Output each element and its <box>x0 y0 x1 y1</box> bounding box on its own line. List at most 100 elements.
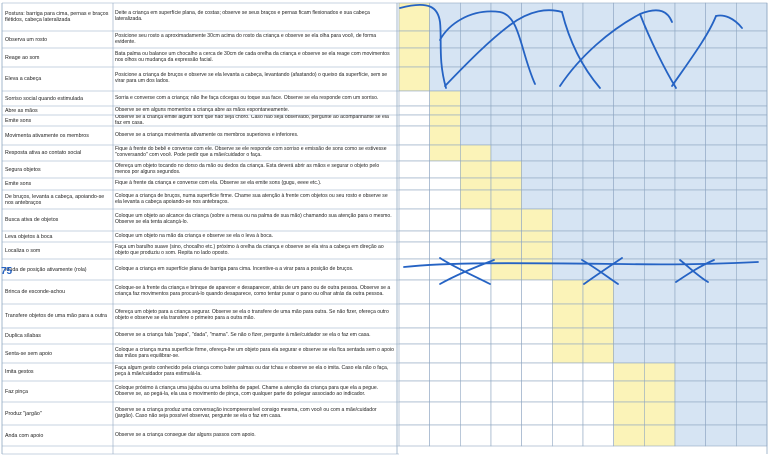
grid-cell <box>429 401 461 426</box>
grid-cell <box>398 401 430 426</box>
milestone-label: Eleva a cabeça <box>5 76 42 82</box>
grid-cell <box>490 125 522 146</box>
grid-cell <box>521 362 553 382</box>
grid-cell <box>736 66 768 92</box>
grid-cell <box>552 125 584 146</box>
grid-cell <box>521 258 553 281</box>
grid-cell <box>552 105 584 116</box>
grid-cell <box>705 424 737 447</box>
grid-cell <box>644 144 676 162</box>
grid-cell <box>705 303 737 329</box>
grid-cell <box>705 241 737 260</box>
grid-cell <box>460 241 492 260</box>
grid-cell <box>490 327 522 345</box>
grid-cell <box>521 208 553 232</box>
grid-cell <box>705 160 737 179</box>
grid-cell <box>460 424 492 447</box>
grid-cell <box>613 208 645 232</box>
grid-cell <box>705 114 737 127</box>
grid-cell <box>429 114 461 127</box>
grid-cell <box>398 343 430 364</box>
grid-cell <box>736 30 768 49</box>
grid-cell <box>429 424 461 447</box>
grid-cell <box>460 125 492 146</box>
grid-cell <box>736 424 768 447</box>
grid-cell <box>736 144 768 162</box>
grid-cell <box>398 362 430 382</box>
grid-cell <box>552 424 584 447</box>
milestone-instruction: Observe se a criança fala "papa", "dada"… <box>115 332 371 339</box>
grid-cell <box>490 90 522 107</box>
grid-cell <box>398 47 430 68</box>
grid-cell <box>398 303 430 329</box>
grid-cell <box>552 303 584 329</box>
grid-cell <box>705 30 737 49</box>
grid-cell <box>705 380 737 403</box>
grid-cell <box>460 343 492 364</box>
grid-cell <box>582 208 614 232</box>
milestone-instruction: Coloque a criança numa superfície firme,… <box>115 346 394 359</box>
grid-cell <box>460 189 492 210</box>
grid-cell <box>674 241 706 260</box>
grid-cell <box>674 380 706 403</box>
grid-cell <box>613 241 645 260</box>
milestone-label: Segura objetos <box>5 166 41 173</box>
milestone-label: Anda com apoio <box>5 432 44 439</box>
grid-cell <box>552 362 584 382</box>
grid-cell <box>398 327 430 345</box>
grid-cell <box>521 90 553 107</box>
grid-cell <box>674 47 706 68</box>
grid-cell <box>521 125 553 146</box>
grid-cell <box>736 189 768 210</box>
grid-cell <box>674 125 706 146</box>
grid-cell <box>644 279 676 305</box>
grid-cell <box>398 160 430 179</box>
grid-cell <box>582 114 614 127</box>
grid-cell <box>613 114 645 127</box>
grid-cell <box>552 114 584 127</box>
grid-cell <box>613 327 645 345</box>
grid-cell <box>705 66 737 92</box>
milestone-instruction: Coloque próximo à criança uma jujuba ou … <box>115 384 379 397</box>
grid-cell <box>429 125 461 146</box>
grid-cell <box>398 230 430 243</box>
grid-cell <box>460 303 492 329</box>
grid-cell <box>705 230 737 243</box>
grid-cell <box>460 47 492 68</box>
grid-cell <box>613 401 645 426</box>
grid-cell <box>582 105 614 116</box>
grid-cell <box>429 279 461 305</box>
grid-cell <box>490 343 522 364</box>
milestone-instruction: Faça um barulho suave (sino, chocalho et… <box>115 243 384 256</box>
grid-cell <box>552 230 584 243</box>
grid-cell <box>613 30 645 49</box>
grid-cell <box>613 144 645 162</box>
milestone-instruction: Coloque um objeto ao alcance da criança … <box>115 213 392 225</box>
grid-cell <box>521 279 553 305</box>
grid-cell <box>490 114 522 127</box>
grid-cell <box>490 380 522 403</box>
grid-cell <box>736 47 768 68</box>
grid-cell <box>398 125 430 146</box>
grid-cell <box>398 114 430 127</box>
grid-cell <box>429 327 461 345</box>
grid-cell <box>582 144 614 162</box>
milestone-instruction: Ofereça um objeto tocando no dorso da mã… <box>115 162 380 175</box>
grid-cell <box>644 114 676 127</box>
grid-cell <box>644 241 676 260</box>
grid-cell <box>398 177 430 191</box>
grid-cell <box>429 160 461 179</box>
grid-cell <box>674 279 706 305</box>
grid-cell <box>521 30 553 49</box>
grid-cell <box>398 208 430 232</box>
grid-cell <box>736 125 768 146</box>
grid-cell <box>674 424 706 447</box>
grid-cell <box>429 2 461 32</box>
grid-cell <box>736 177 768 191</box>
grid-cell <box>705 105 737 116</box>
grid-cell <box>582 189 614 210</box>
milestone-instruction: Observe se em alguns momentos a criança … <box>115 106 290 113</box>
grid-cell <box>736 230 768 243</box>
grid-cell <box>736 208 768 232</box>
grid-cell <box>490 105 522 116</box>
